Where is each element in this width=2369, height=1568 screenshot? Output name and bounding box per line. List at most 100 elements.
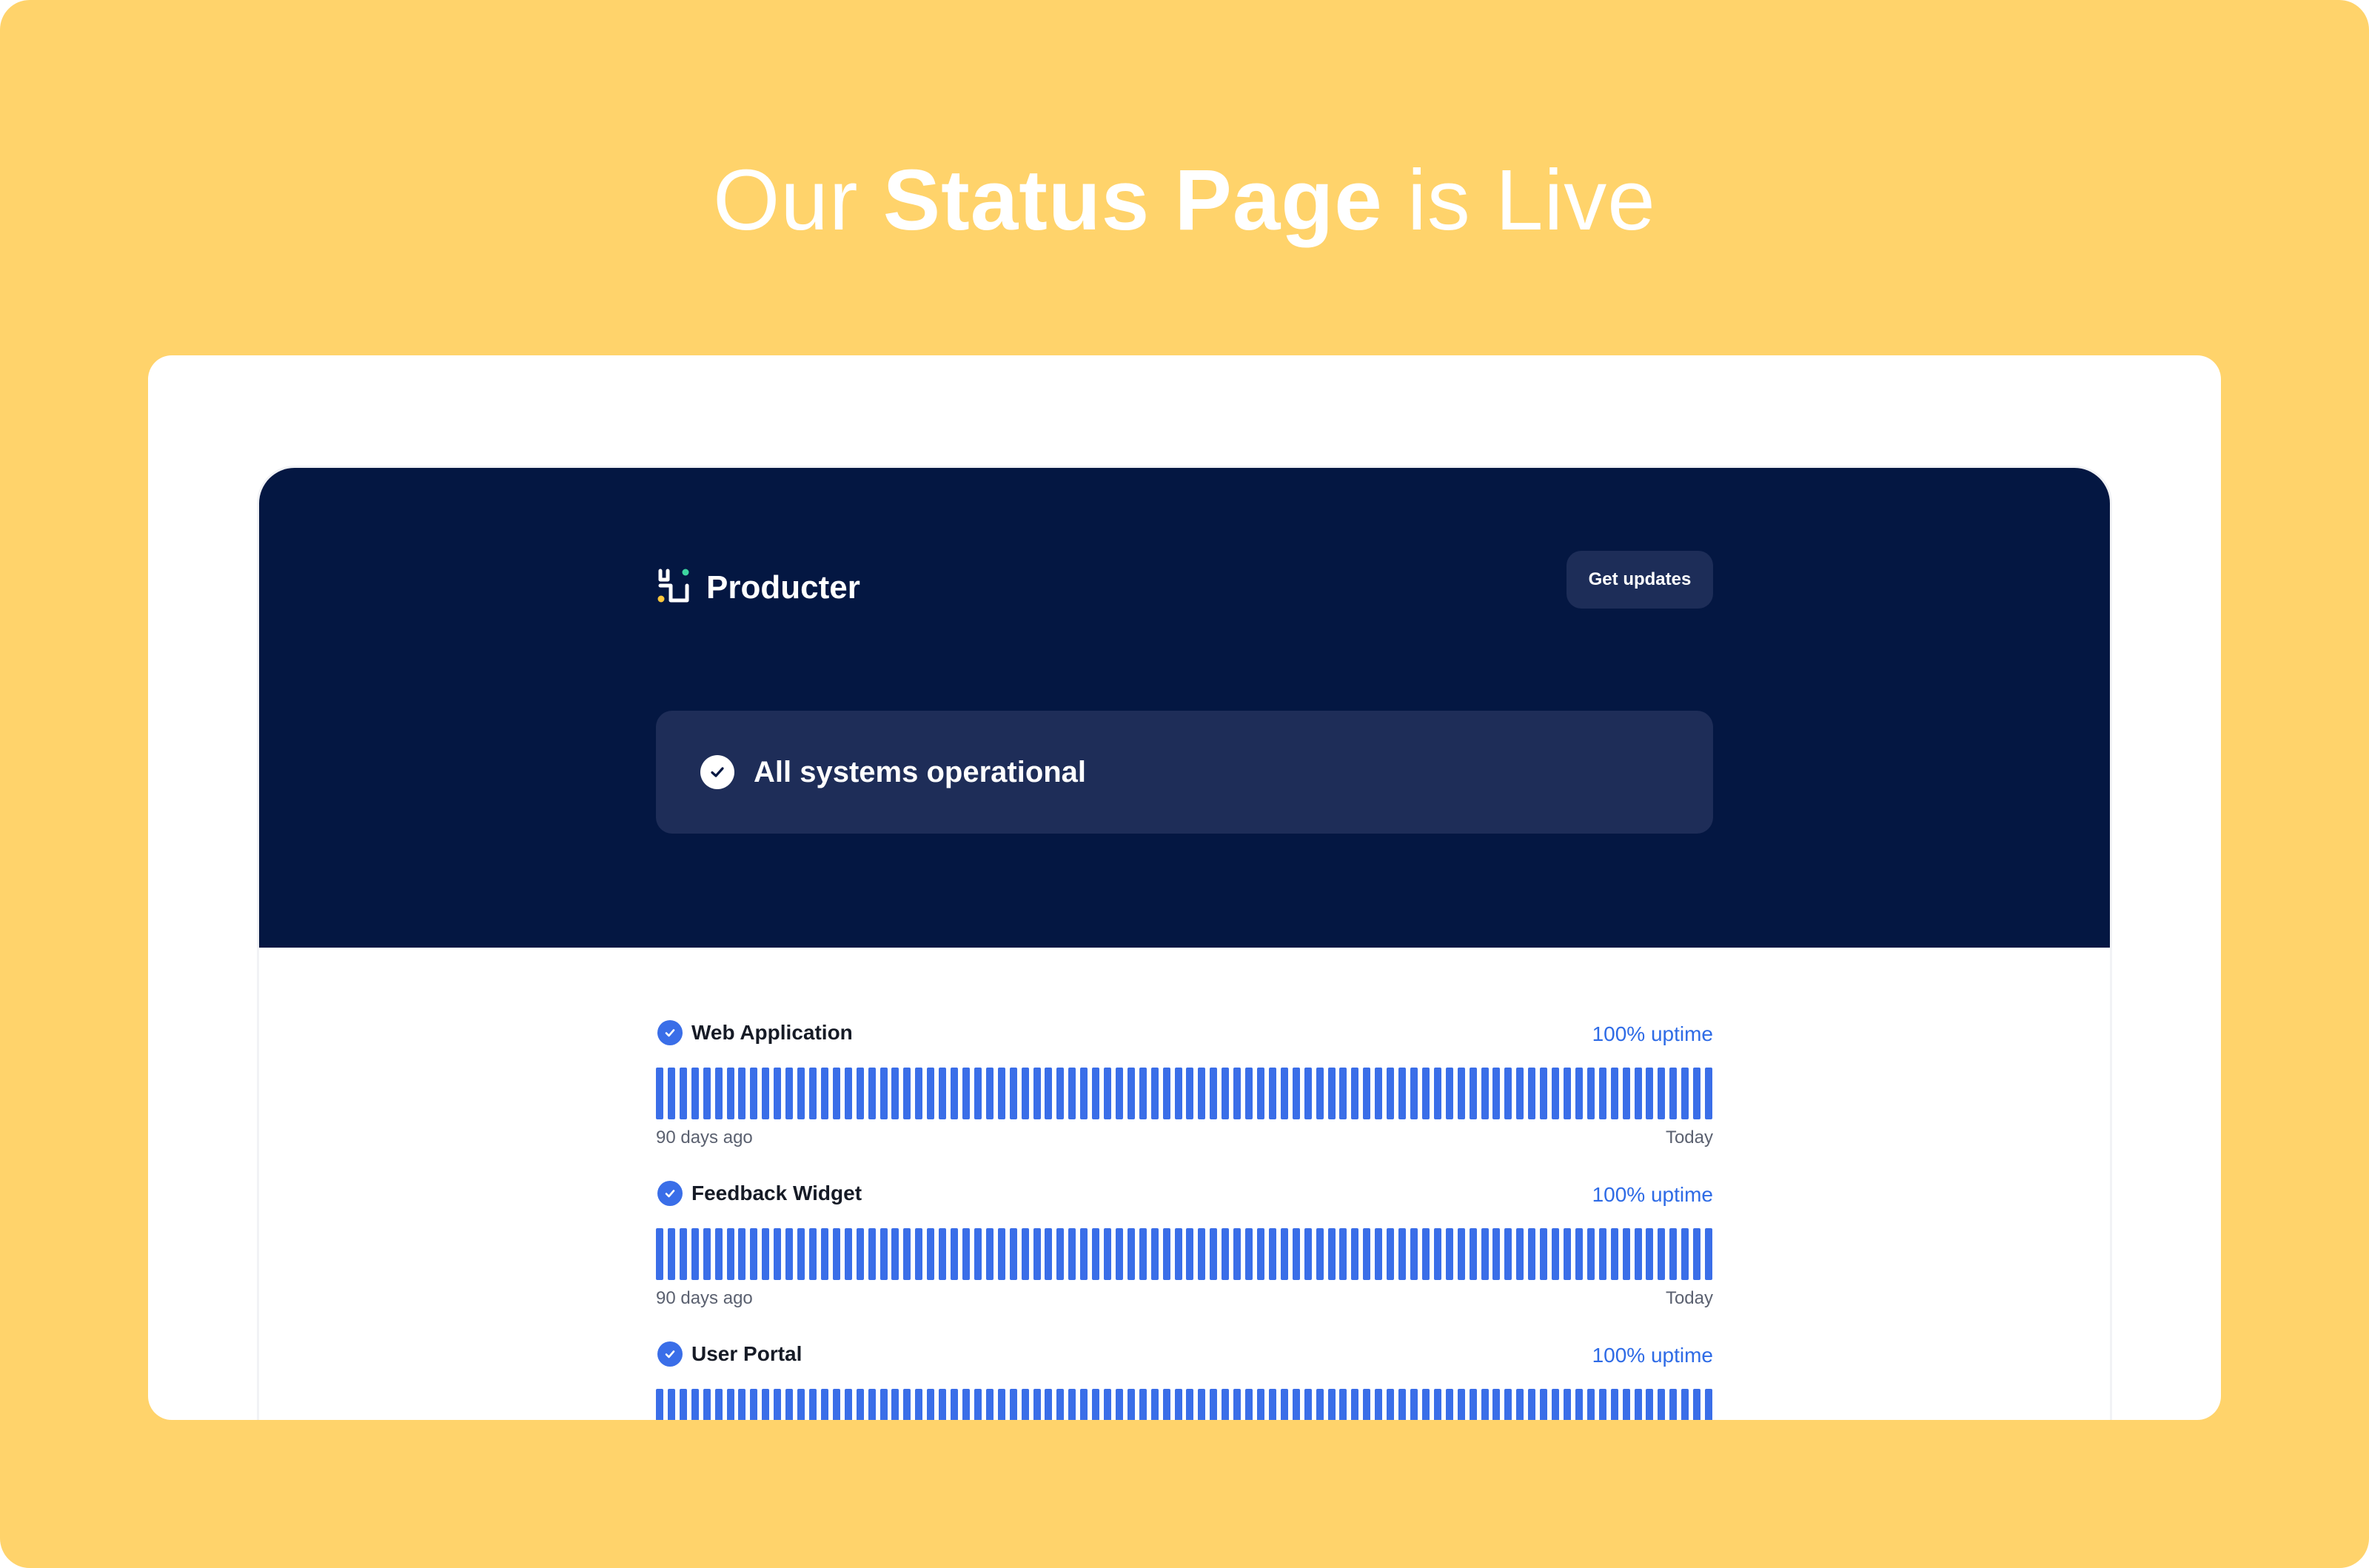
uptime-day-bar[interactable]	[797, 1228, 805, 1280]
uptime-day-bar[interactable]	[1705, 1068, 1713, 1119]
uptime-day-bar[interactable]	[997, 1068, 1005, 1119]
uptime-day-bar[interactable]	[1540, 1389, 1548, 1420]
uptime-day-bar[interactable]	[1127, 1228, 1135, 1280]
uptime-day-bar[interactable]	[679, 1228, 687, 1280]
uptime-day-bar[interactable]	[1045, 1068, 1053, 1119]
uptime-day-bar[interactable]	[1257, 1389, 1265, 1420]
uptime-day-bar[interactable]	[1115, 1068, 1123, 1119]
uptime-day-bar[interactable]	[1174, 1228, 1182, 1280]
uptime-day-bar[interactable]	[691, 1389, 699, 1420]
uptime-day-bar[interactable]	[927, 1228, 935, 1280]
uptime-day-bar[interactable]	[1210, 1228, 1218, 1280]
uptime-day-bar[interactable]	[1504, 1389, 1512, 1420]
uptime-day-bar[interactable]	[1257, 1068, 1265, 1119]
uptime-day-bar[interactable]	[903, 1389, 911, 1420]
uptime-day-bar[interactable]	[1563, 1068, 1571, 1119]
uptime-day-bar[interactable]	[1540, 1228, 1548, 1280]
uptime-day-bar[interactable]	[1009, 1068, 1017, 1119]
uptime-day-bar[interactable]	[962, 1068, 970, 1119]
uptime-day-bar[interactable]	[974, 1068, 982, 1119]
uptime-day-bar[interactable]	[879, 1389, 888, 1420]
uptime-day-bar[interactable]	[703, 1228, 711, 1280]
uptime-day-bar[interactable]	[1421, 1228, 1430, 1280]
uptime-day-bar[interactable]	[891, 1389, 899, 1420]
uptime-day-bar[interactable]	[1021, 1228, 1029, 1280]
uptime-day-bar[interactable]	[656, 1389, 663, 1420]
uptime-day-bar[interactable]	[1552, 1389, 1560, 1420]
uptime-day-bar[interactable]	[1375, 1228, 1383, 1280]
uptime-day-bar[interactable]	[774, 1228, 782, 1280]
uptime-day-bar[interactable]	[797, 1068, 805, 1119]
uptime-day-bar[interactable]	[1421, 1389, 1430, 1420]
uptime-day-bar[interactable]	[785, 1389, 794, 1420]
uptime-day-bar[interactable]	[1575, 1389, 1583, 1420]
uptime-day-bar[interactable]	[667, 1068, 675, 1119]
uptime-day-bar[interactable]	[762, 1068, 770, 1119]
uptime-day-bar[interactable]	[820, 1389, 828, 1420]
uptime-day-bar[interactable]	[1586, 1389, 1595, 1420]
uptime-day-bar[interactable]	[1292, 1389, 1300, 1420]
uptime-day-bar[interactable]	[1634, 1389, 1642, 1420]
uptime-day-bar[interactable]	[1115, 1389, 1123, 1420]
uptime-day-bar[interactable]	[820, 1068, 828, 1119]
uptime-day-bar[interactable]	[1563, 1389, 1571, 1420]
uptime-day-bar[interactable]	[951, 1068, 959, 1119]
uptime-day-bar[interactable]	[1658, 1228, 1666, 1280]
uptime-day-bar[interactable]	[1162, 1228, 1170, 1280]
uptime-day-bar[interactable]	[1198, 1228, 1206, 1280]
uptime-day-bar[interactable]	[1481, 1068, 1489, 1119]
uptime-day-bar[interactable]	[774, 1068, 782, 1119]
uptime-day-bar[interactable]	[1127, 1389, 1135, 1420]
uptime-day-bar[interactable]	[1351, 1389, 1359, 1420]
uptime-day-bar[interactable]	[1233, 1389, 1242, 1420]
uptime-day-bar[interactable]	[1210, 1389, 1218, 1420]
uptime-day-bar[interactable]	[1186, 1228, 1194, 1280]
uptime-day-bar[interactable]	[1398, 1228, 1407, 1280]
uptime-day-bar[interactable]	[856, 1389, 864, 1420]
uptime-day-bar[interactable]	[1150, 1228, 1159, 1280]
uptime-day-bar[interactable]	[1056, 1228, 1065, 1280]
uptime-day-bar[interactable]	[1268, 1068, 1276, 1119]
uptime-day-bar[interactable]	[1174, 1389, 1182, 1420]
uptime-day-bar[interactable]	[1068, 1228, 1076, 1280]
uptime-day-bar[interactable]	[1375, 1389, 1383, 1420]
uptime-day-bar[interactable]	[903, 1228, 911, 1280]
uptime-day-bar[interactable]	[1586, 1228, 1595, 1280]
uptime-day-bar[interactable]	[1457, 1389, 1465, 1420]
uptime-day-bar[interactable]	[868, 1228, 876, 1280]
uptime-day-bar[interactable]	[1174, 1068, 1182, 1119]
uptime-day-bar[interactable]	[1162, 1068, 1170, 1119]
uptime-day-bar[interactable]	[1481, 1389, 1489, 1420]
uptime-day-bar[interactable]	[951, 1228, 959, 1280]
uptime-day-bar[interactable]	[1139, 1389, 1147, 1420]
uptime-day-bar[interactable]	[1339, 1228, 1347, 1280]
uptime-day-bar[interactable]	[1646, 1068, 1654, 1119]
uptime-day-bar[interactable]	[1033, 1389, 1041, 1420]
uptime-day-bar[interactable]	[703, 1068, 711, 1119]
uptime-day-bar[interactable]	[1233, 1068, 1242, 1119]
uptime-day-bar[interactable]	[1658, 1068, 1666, 1119]
uptime-day-bar[interactable]	[656, 1068, 663, 1119]
uptime-day-bar[interactable]	[1705, 1389, 1713, 1420]
uptime-day-bar[interactable]	[1445, 1389, 1453, 1420]
uptime-day-bar[interactable]	[1351, 1068, 1359, 1119]
uptime-day-bar[interactable]	[1327, 1228, 1336, 1280]
uptime-day-bar[interactable]	[1056, 1068, 1065, 1119]
uptime-day-bar[interactable]	[868, 1389, 876, 1420]
uptime-day-bar[interactable]	[774, 1389, 782, 1420]
uptime-day-bar[interactable]	[1139, 1068, 1147, 1119]
uptime-day-bar[interactable]	[738, 1068, 746, 1119]
uptime-day-bar[interactable]	[939, 1068, 947, 1119]
uptime-day-bar[interactable]	[1045, 1228, 1053, 1280]
uptime-day-bar[interactable]	[762, 1228, 770, 1280]
uptime-day-bar[interactable]	[1433, 1389, 1441, 1420]
get-updates-button[interactable]: Get updates	[1567, 551, 1713, 609]
uptime-day-bar[interactable]	[879, 1228, 888, 1280]
uptime-day-bar[interactable]	[879, 1068, 888, 1119]
uptime-day-bar[interactable]	[1104, 1389, 1112, 1420]
uptime-day-bar[interactable]	[808, 1068, 817, 1119]
uptime-day-bar[interactable]	[1610, 1228, 1618, 1280]
uptime-day-bar[interactable]	[974, 1389, 982, 1420]
uptime-day-bar[interactable]	[1186, 1068, 1194, 1119]
uptime-day-bar[interactable]	[785, 1228, 794, 1280]
